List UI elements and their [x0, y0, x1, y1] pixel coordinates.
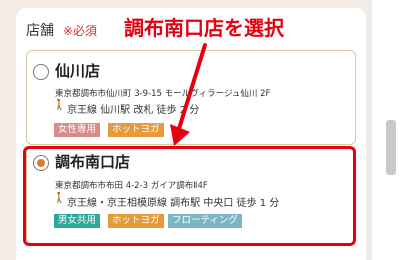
tag-women-only: 女性専用	[54, 123, 101, 137]
walking-person-icon: 🚶	[53, 100, 66, 111]
annotation-arrow	[170, 43, 207, 146]
store-name: 仙川店	[55, 62, 101, 80]
selection-highlight	[23, 146, 356, 246]
store-radio-sengawa[interactable]	[33, 64, 49, 80]
required-marker: ※必須	[63, 24, 98, 38]
section-label: 店舗	[26, 23, 54, 39]
tag-hot-yoga: ホットヨガ	[108, 123, 164, 137]
annotation-label: 調布南口店を選択	[124, 16, 284, 40]
scrollbar-thumb[interactable]	[386, 120, 396, 175]
